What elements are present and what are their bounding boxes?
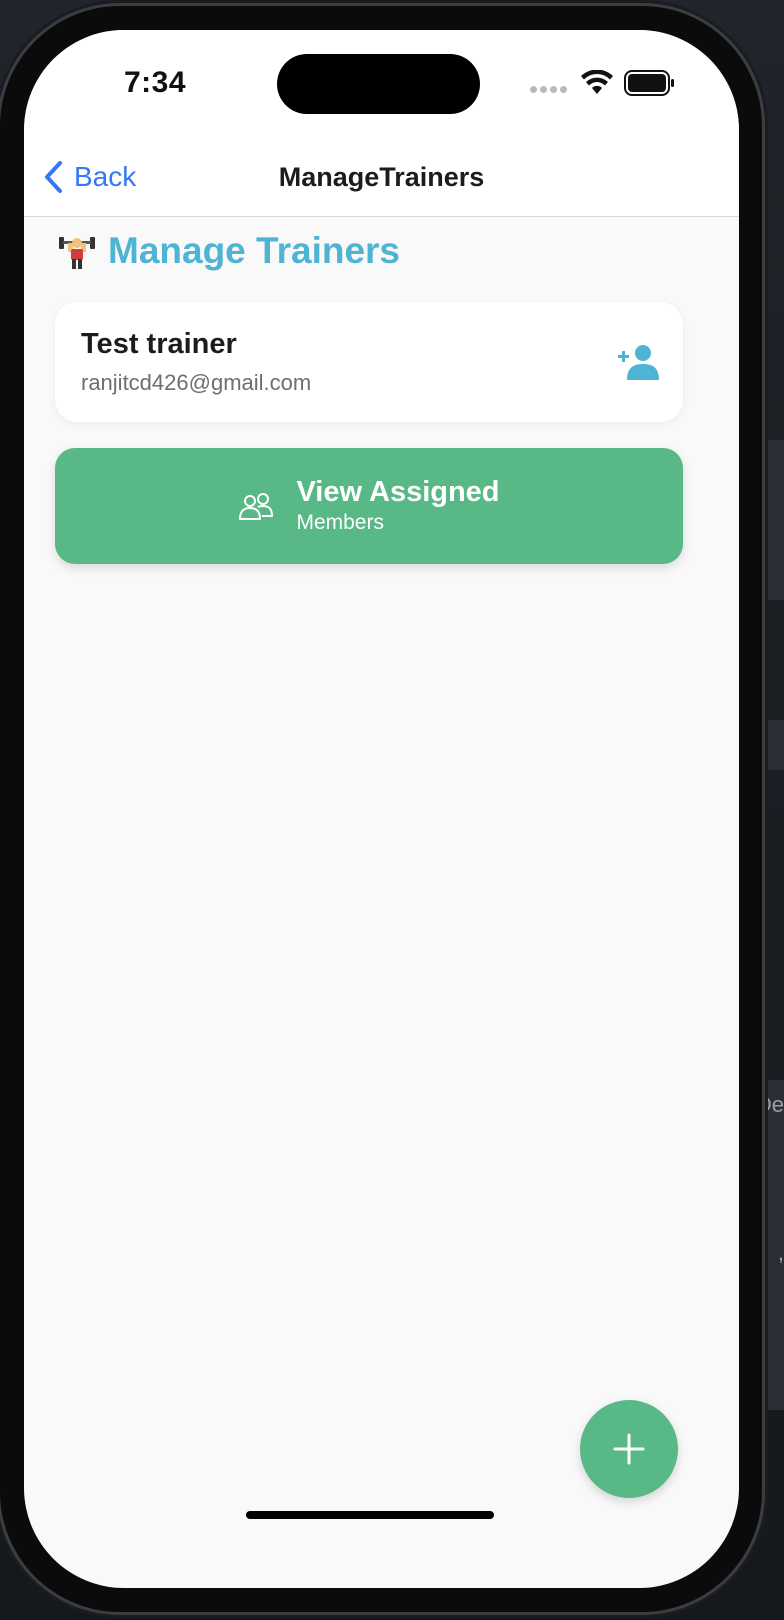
page-title-row: Manage Trainers [58,226,400,276]
status-bar: 7:34 [24,30,739,140]
home-indicator[interactable] [246,1511,494,1519]
add-trainer-fab[interactable] [580,1400,678,1498]
members-icon [239,493,274,520]
add-user-icon[interactable] [617,340,661,384]
desktop-edge-text: , [777,1240,784,1265]
trainer-email: ranjitcd426@gmail.com [81,370,312,395]
nav-title: ManageTrainers [278,162,485,192]
plus-icon [613,1433,645,1465]
dynamic-island [277,54,480,114]
view-assigned-text: View Assigned Members [296,475,499,537]
phone-screen: 7:34 Back ManageTrainers Manage Trainers… [24,30,739,1588]
cellular-signal-icon [530,86,567,93]
wifi-icon [581,70,613,94]
page-title: Manage Trainers [108,230,401,271]
trainer-name: Test trainer [81,328,237,360]
phone-frame: 7:34 Back ManageTrainers Manage Trainers… [0,6,762,1612]
view-assigned-title: View Assigned [296,476,500,508]
view-assigned-subtitle: Members [296,511,384,534]
weightlifter-icon [59,237,95,269]
battery-icon [624,70,674,96]
status-time: 7:34 [124,66,187,99]
trainer-card[interactable]: Test trainer ranjitcd426@gmail.com [55,302,683,422]
view-assigned-members-button[interactable]: View Assigned Members [55,448,683,564]
navigation-header: Back ManageTrainers [24,140,739,217]
